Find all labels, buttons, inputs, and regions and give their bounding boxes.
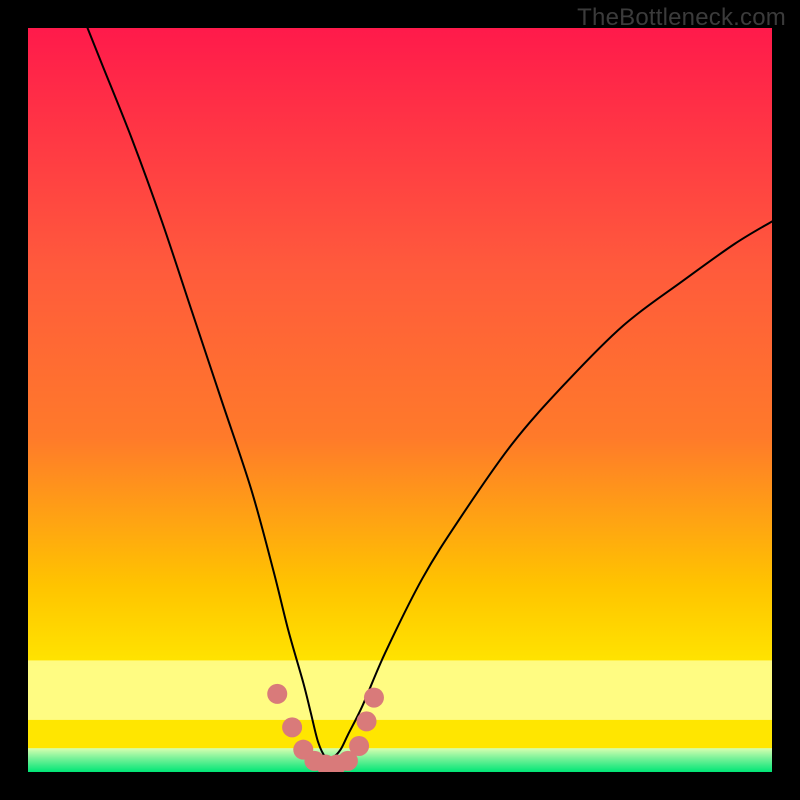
watermark-text: TheBottleneck.com	[577, 4, 786, 32]
curve-marker	[349, 736, 369, 756]
bottleneck-chart	[28, 28, 772, 772]
curve-marker	[357, 711, 377, 731]
highlight-band	[28, 660, 772, 720]
curve-marker	[364, 688, 384, 708]
curve-marker	[267, 684, 287, 704]
curve-marker	[282, 717, 302, 737]
chart-frame: TheBottleneck.com	[0, 0, 800, 800]
green-band	[28, 748, 772, 772]
plot-area	[28, 28, 772, 772]
